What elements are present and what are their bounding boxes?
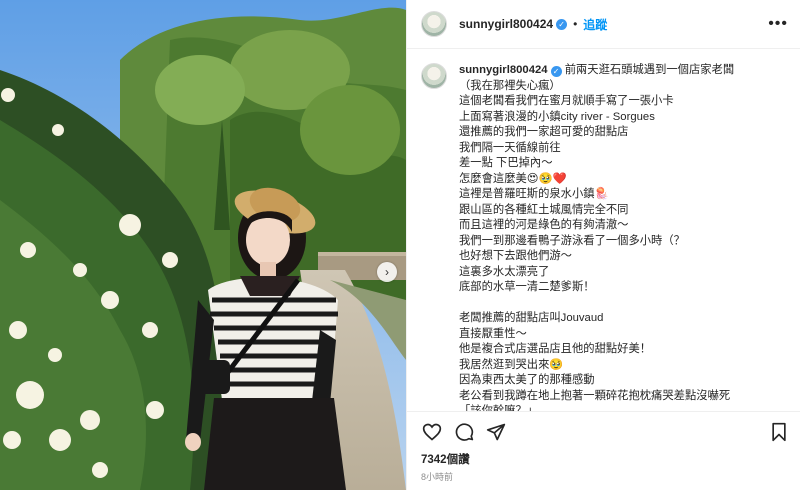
photo-illustration: [0, 0, 406, 490]
chevron-right-icon: ›: [385, 265, 389, 279]
save-button[interactable]: [768, 421, 790, 443]
comment-button[interactable]: [453, 421, 475, 443]
next-photo-button[interactable]: ›: [377, 262, 397, 282]
heart-icon: [422, 423, 442, 441]
like-count[interactable]: 7342個讚: [407, 452, 800, 468]
verified-badge-icon: ✓: [550, 66, 562, 77]
post-header: sunnygirl800424 ✓ • 追蹤 •••: [407, 0, 800, 49]
instagram-post-modal: › sunnygirl800424 ✓ • 追蹤 ••• sunnygirl80…: [0, 0, 800, 490]
post-sidebar: sunnygirl800424 ✓ • 追蹤 ••• sunnygirl8004…: [406, 0, 800, 490]
share-button[interactable]: [485, 421, 507, 443]
share-icon: [486, 423, 506, 441]
bookmark-icon: [772, 422, 786, 442]
like-button[interactable]: [421, 421, 443, 443]
caption-text: sunnygirl800424 ✓ 前兩天逛石頭城遇到一個店家老闆 （我在那裡失心…: [459, 63, 788, 411]
caption-section: sunnygirl800424 ✓ 前兩天逛石頭城遇到一個店家老闆 （我在那裡失心…: [407, 49, 800, 411]
separator-dot: •: [573, 17, 578, 31]
avatar[interactable]: [421, 11, 447, 37]
action-bar: [407, 411, 800, 452]
comment-icon: [455, 423, 474, 441]
caption-body: 前兩天逛石頭城遇到一個店家老闆 （我在那裡失心瘋） 這個老闆看我們在蜜月就順手寫…: [459, 64, 735, 411]
header-username[interactable]: sunnygirl800424: [459, 17, 553, 31]
caption-avatar[interactable]: [421, 63, 447, 89]
verified-badge-icon: ✓: [556, 18, 568, 30]
post-photo: ›: [0, 0, 406, 490]
follow-button[interactable]: 追蹤: [583, 16, 607, 33]
post-timestamp[interactable]: 8小時前: [407, 470, 800, 483]
caption-username[interactable]: sunnygirl800424: [459, 64, 548, 76]
more-options-icon[interactable]: •••: [768, 15, 788, 33]
